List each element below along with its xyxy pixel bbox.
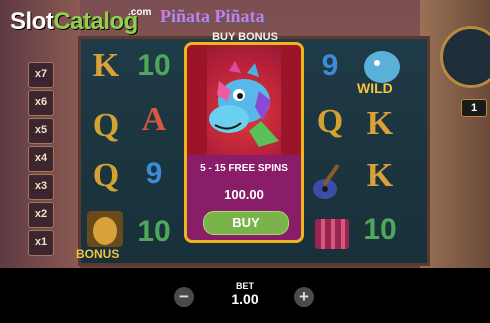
reel-symbol: Q — [92, 157, 120, 194]
pinata-horse-icon — [209, 61, 279, 147]
reel-symbol: 10 — [137, 49, 171, 82]
minus-icon[interactable]: − — [174, 287, 194, 307]
accordion-icon — [315, 219, 349, 249]
game-title: Piñata Piñata — [160, 6, 265, 26]
pinata-artwork — [187, 45, 301, 155]
multiplier-x7: x7 — [28, 62, 54, 88]
wild-label: WILD — [357, 80, 393, 96]
bet-label: BET — [236, 281, 254, 291]
bonus-price: 100.00 — [224, 187, 264, 202]
pinata-bonus-icon — [87, 211, 123, 247]
guitar-icon — [313, 164, 340, 199]
multiplier-x6: x6 — [28, 90, 54, 116]
multiplier-x2: x2 — [28, 202, 54, 228]
bet-value: 1.00 — [231, 291, 259, 307]
game-scene: x7 x6 x5 x4 x3 x2 x1 K Q Q 10 A 9 10 9 Q… — [0, 0, 490, 268]
multiplier-x4: x4 — [28, 146, 54, 172]
reel-symbol: Q — [92, 107, 120, 144]
multiplier-x1: x1 — [28, 230, 54, 256]
bonus-label: BONUS — [76, 247, 120, 261]
buy-button[interactable]: BUY — [203, 211, 289, 235]
logo-suffix: .com — [128, 7, 152, 18]
plus-icon[interactable]: + — [294, 287, 314, 307]
reel-symbol: K — [366, 105, 394, 142]
free-spin-counter: 1 — [461, 99, 487, 117]
reel-symbol: 9 — [321, 49, 339, 82]
free-spins-description: 5 - 15 FREE SPINS — [200, 163, 288, 174]
reel-symbol: 10 — [137, 215, 171, 248]
multiplier-ladder: x7 x6 x5 x4 x3 x2 x1 — [28, 62, 54, 258]
reel-symbol: Q — [316, 103, 344, 140]
multiplier-x5: x5 — [28, 118, 54, 144]
reel-symbol: 10 — [363, 213, 397, 246]
reel-symbol: K — [92, 47, 120, 84]
reel-symbol: A — [141, 101, 167, 138]
buy-bonus-card[interactable]: 5 - 15 FREE SPINS 100.00 BUY — [184, 42, 304, 243]
reel-symbol: K — [366, 157, 394, 194]
reel-symbol: 9 — [145, 157, 163, 190]
multiplier-x3: x3 — [28, 174, 54, 200]
